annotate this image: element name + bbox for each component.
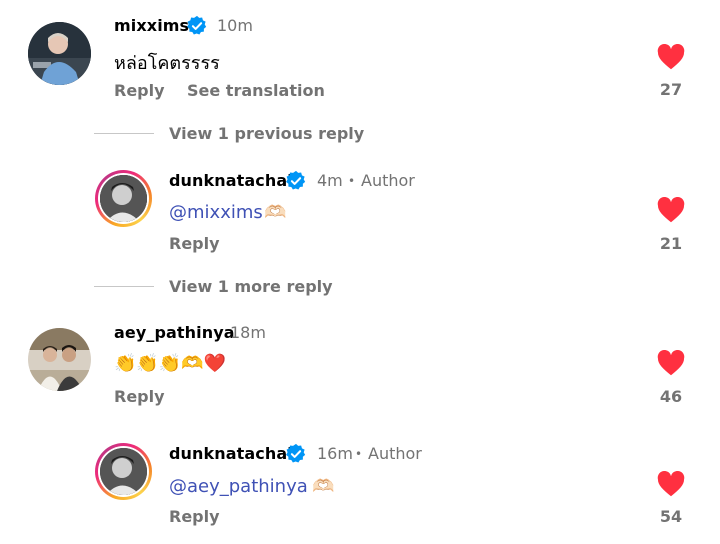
comment-time: 18m bbox=[230, 323, 266, 342]
reply-button[interactable]: Reply bbox=[169, 234, 220, 253]
username[interactable]: mixxims bbox=[114, 16, 189, 35]
verified-badge-icon bbox=[187, 15, 207, 35]
heart-hands-emoji: 🫶🏻 bbox=[264, 202, 287, 223]
avatar-photo bbox=[100, 175, 147, 222]
avatar[interactable] bbox=[28, 328, 91, 391]
see-translation-button[interactable]: See translation bbox=[187, 81, 325, 100]
verified-badge-icon bbox=[286, 443, 306, 463]
heart-icon[interactable] bbox=[657, 44, 685, 70]
mention-link[interactable]: @aey_pathinya bbox=[169, 476, 308, 497]
author-label: Author bbox=[361, 171, 415, 190]
view-more-reply-link[interactable]: View 1 more reply bbox=[169, 277, 333, 296]
comment-text: หล่อโคตรรรร bbox=[114, 53, 220, 74]
reply-button[interactable]: Reply bbox=[114, 81, 165, 100]
avatar-photo bbox=[100, 448, 147, 495]
comment-time: 10m bbox=[217, 16, 253, 35]
thread-divider bbox=[94, 286, 154, 287]
reply-button[interactable]: Reply bbox=[169, 507, 220, 526]
avatar-photo bbox=[28, 328, 91, 391]
separator-dot: • bbox=[348, 174, 356, 188]
username[interactable]: dunknatachai bbox=[169, 444, 293, 463]
heart-icon[interactable] bbox=[657, 471, 685, 497]
author-label: Author bbox=[368, 444, 422, 463]
separator-dot: • bbox=[355, 447, 363, 461]
view-previous-reply-link[interactable]: View 1 previous reply bbox=[169, 124, 364, 143]
verified-badge-icon bbox=[286, 170, 306, 190]
comment-time: 16m bbox=[317, 444, 353, 463]
mention-link[interactable]: @mixxims bbox=[169, 202, 263, 223]
like-count: 21 bbox=[659, 234, 683, 253]
avatar-story-ring[interactable] bbox=[95, 170, 152, 227]
comment-time: 4m bbox=[317, 171, 343, 190]
heart-hands-emoji: 🫶🏻 bbox=[312, 476, 335, 497]
thread-divider bbox=[94, 133, 154, 134]
comment-emoji-text: 👏👏👏🫶❤️ bbox=[114, 353, 227, 374]
avatar-story-ring[interactable] bbox=[95, 443, 152, 500]
reply-button[interactable]: Reply bbox=[114, 387, 165, 406]
username[interactable]: dunknatachai bbox=[169, 171, 293, 190]
like-count: 46 bbox=[659, 387, 683, 406]
heart-icon[interactable] bbox=[657, 350, 685, 376]
like-count: 54 bbox=[659, 507, 683, 526]
avatar-photo bbox=[28, 22, 91, 85]
like-count: 27 bbox=[659, 80, 683, 99]
username[interactable]: aey_pathinya bbox=[114, 323, 235, 342]
avatar[interactable] bbox=[28, 22, 91, 85]
heart-icon[interactable] bbox=[657, 197, 685, 223]
